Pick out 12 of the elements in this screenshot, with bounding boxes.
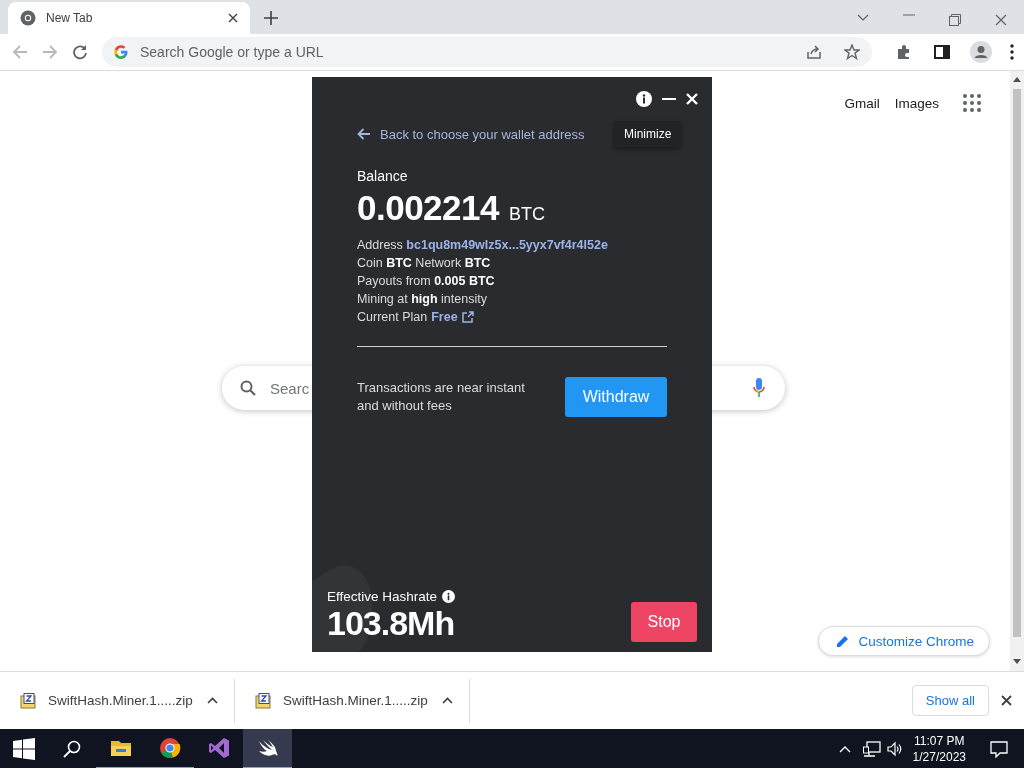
hashrate-label: Effective Hashrate	[327, 589, 438, 604]
currency-unit: BTC	[509, 204, 545, 225]
balance-label: Balance	[357, 168, 409, 184]
detail-line: Coin BTC Network BTC	[357, 255, 492, 272]
balance-amount: 0.002214	[357, 188, 499, 228]
detail-line: Mining at high intensity	[357, 291, 488, 308]
detail-label: Current Plan	[357, 309, 428, 326]
detail-line: Payouts from 0.005 BTC	[357, 273, 496, 290]
hashrate-value: 103.8Mh	[327, 604, 456, 642]
tooltip: Minimize	[614, 121, 682, 147]
detail-line: Address bc1qu8m49wlz5x...5yyx7vf4r4l52e	[357, 237, 609, 254]
withdraw-note: Transactions are near instant and without fees	[357, 379, 526, 415]
